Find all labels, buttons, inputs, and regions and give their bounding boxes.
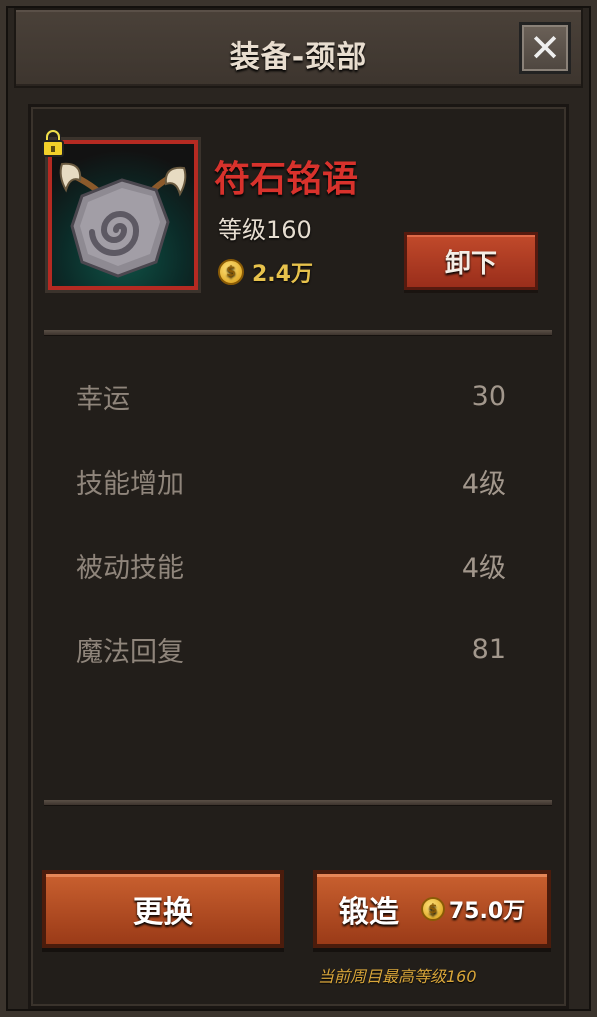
forge-label: 锻造: [338, 895, 399, 930]
replace-button[interactable]: 更换: [42, 870, 284, 948]
unequip-button[interactable]: 卸下: [404, 232, 538, 290]
dialog-title: 装备-颈部: [229, 40, 368, 75]
close-button[interactable]: ✕: [519, 22, 571, 74]
item-price-value: 2.4万: [252, 262, 313, 287]
close-icon: ✕: [529, 26, 561, 70]
stat-value: 4级: [461, 468, 506, 500]
stat-value: 30: [471, 380, 506, 412]
divider-bottom: [44, 800, 552, 805]
title-bar: 装备-颈部 ✕: [14, 8, 583, 88]
lock-icon: [42, 129, 64, 157]
forge-cost: $ 75.0万: [420, 893, 526, 925]
stat-name: 幸运: [76, 383, 130, 415]
item-icon-frame[interactable]: [48, 140, 198, 290]
coin-icon: $: [420, 897, 445, 921]
max-level-note: 当前周目最高等级160: [318, 967, 477, 986]
stat-name: 被动技能: [76, 552, 184, 584]
stat-value: 4级: [461, 552, 506, 584]
stat-row: 技能增加 4级: [76, 461, 506, 501]
item-price: $ 2.4万: [218, 256, 313, 288]
coin-icon: $: [218, 259, 244, 285]
unequip-label: 卸下: [444, 248, 497, 279]
stat-name: 技能增加: [76, 468, 184, 500]
forge-cost-value: 75.0万: [448, 899, 526, 924]
stat-value: 81: [471, 633, 506, 665]
replace-label: 更换: [133, 895, 193, 930]
rune-amulet-icon: [59, 162, 187, 278]
stat-row: 被动技能 4级: [76, 545, 506, 585]
forge-button[interactable]: 锻造 $ 75.0万: [313, 870, 551, 948]
stat-row: 幸运 30: [76, 376, 506, 416]
item-level: 等级160: [218, 216, 312, 244]
divider-top: [44, 330, 552, 335]
stat-row: 魔法回复 81: [76, 629, 506, 669]
stat-name: 魔法回复: [76, 636, 184, 668]
item-name: 符石铭语: [214, 159, 359, 200]
